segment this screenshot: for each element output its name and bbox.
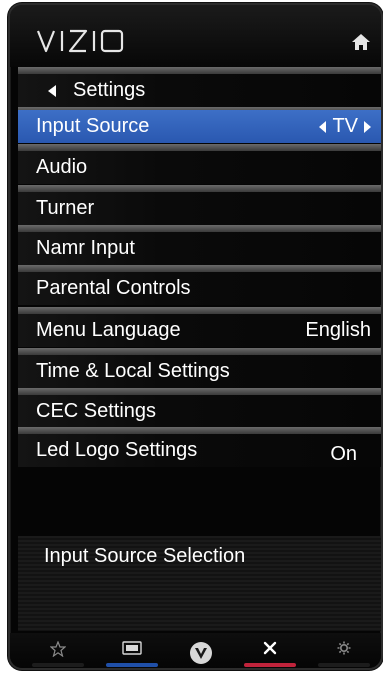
exit-bar bbox=[244, 663, 296, 667]
separator bbox=[18, 307, 381, 314]
menu-item-label: CEC Settings bbox=[36, 400, 157, 422]
menu-item-time-local-settings[interactable]: Time & Local Settings bbox=[18, 355, 381, 388]
input-source-selector[interactable]: TV bbox=[319, 110, 371, 143]
separator bbox=[18, 185, 381, 192]
menu-item-input-source[interactable]: Input Source TV bbox=[18, 110, 381, 143]
header-bar bbox=[10, 5, 381, 67]
tv-menu-frame: Settings Input Source TV Audio Turner Na… bbox=[8, 3, 383, 670]
description-panel: Input Source Selection bbox=[18, 536, 381, 631]
settings-bar bbox=[318, 663, 370, 667]
menu-item-label: Menu Language bbox=[36, 319, 181, 341]
favorites-bar bbox=[32, 663, 84, 667]
back-arrow-icon[interactable] bbox=[48, 85, 56, 97]
exit-button[interactable] bbox=[242, 637, 298, 667]
arrow-right-icon[interactable] bbox=[364, 120, 371, 133]
favorites-button[interactable] bbox=[30, 637, 86, 667]
input-button[interactable] bbox=[104, 637, 160, 667]
menu-title-bar[interactable]: Settings bbox=[18, 74, 381, 107]
menu-item-cec-settings[interactable]: CEC Settings bbox=[18, 395, 381, 428]
footer-bar bbox=[10, 633, 381, 668]
separator bbox=[18, 427, 381, 434]
menu-language-value: English bbox=[305, 319, 371, 341]
vizio-v-icon bbox=[190, 642, 212, 664]
menu-item-label: Led Logo Settings bbox=[36, 439, 198, 461]
vizio-button[interactable] bbox=[173, 637, 229, 667]
separator bbox=[18, 265, 381, 272]
separator bbox=[18, 348, 381, 355]
menu-item-audio[interactable]: Audio bbox=[18, 151, 381, 184]
menu-item-namr-input[interactable]: Namr Input bbox=[18, 232, 381, 265]
arrow-left-icon[interactable] bbox=[319, 120, 327, 133]
led-logo-value: On bbox=[330, 443, 357, 465]
input-source-value: TV bbox=[332, 115, 358, 137]
star-icon bbox=[50, 641, 66, 657]
separator bbox=[18, 225, 381, 232]
separator bbox=[18, 67, 381, 74]
menu-item-turner[interactable]: Turner bbox=[18, 192, 381, 225]
screen-icon bbox=[122, 641, 142, 655]
separator bbox=[18, 388, 381, 395]
settings-button[interactable] bbox=[316, 637, 372, 667]
menu-item-label: Namr Input bbox=[36, 237, 135, 259]
menu-item-label: Audio bbox=[36, 156, 88, 178]
menu-item-label: Parental Controls bbox=[36, 277, 191, 299]
vizio-logo bbox=[36, 29, 124, 53]
menu-item-led-logo-settings[interactable]: Led Logo Settings On bbox=[18, 434, 381, 467]
menu-title: Settings bbox=[73, 79, 146, 101]
menu-item-label: Time & Local Settings bbox=[36, 360, 230, 382]
menu-item-label: Turner bbox=[36, 197, 95, 219]
separator bbox=[18, 144, 381, 151]
description-text: Input Source Selection bbox=[44, 545, 246, 567]
menu-item-parental-controls[interactable]: Parental Controls bbox=[18, 272, 381, 305]
menu-item-menu-language[interactable]: Menu Language English bbox=[18, 314, 381, 347]
close-icon bbox=[263, 641, 277, 655]
input-bar bbox=[106, 663, 158, 667]
menu-item-label: Input Source bbox=[36, 115, 150, 137]
home-icon[interactable] bbox=[351, 33, 371, 51]
gear-icon bbox=[337, 641, 351, 655]
